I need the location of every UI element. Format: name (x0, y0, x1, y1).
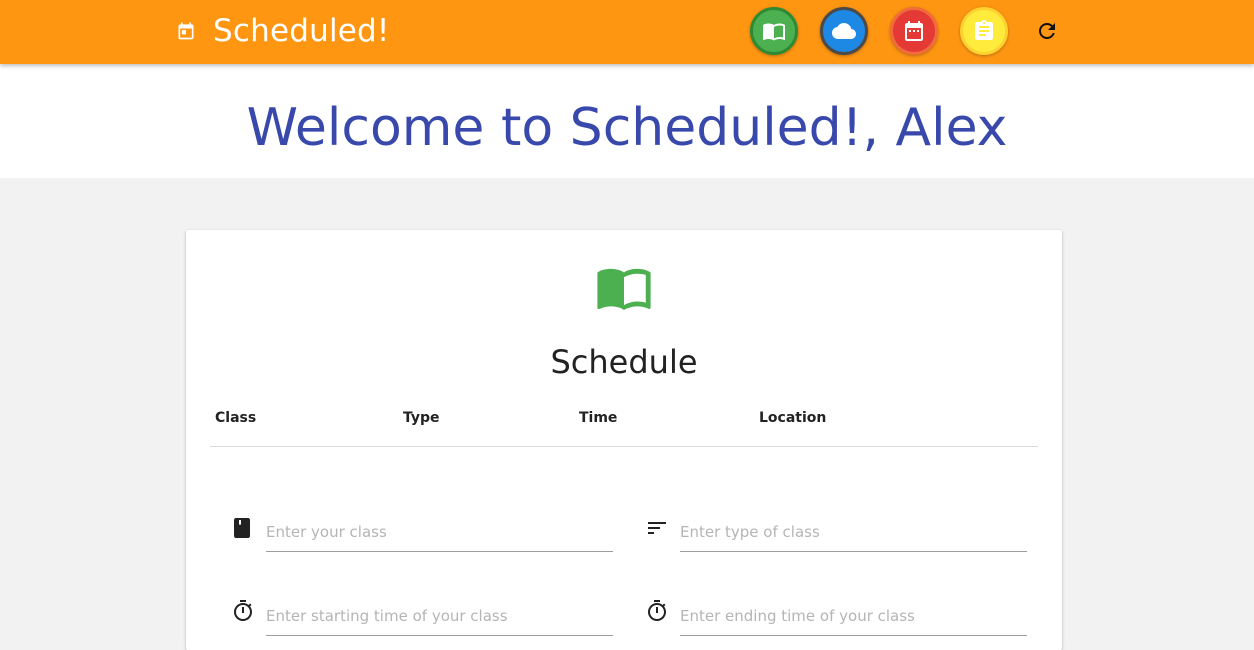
column-header-time: Time (579, 410, 618, 426)
nav-schedule-button[interactable] (750, 7, 798, 55)
app-title[interactable]: Scheduled! (213, 11, 390, 51)
nav-weather-button[interactable] (820, 7, 868, 55)
column-header-class: Class (215, 410, 257, 426)
class-input[interactable] (266, 508, 613, 552)
book-icon (763, 23, 785, 41)
sort-icon (648, 522, 666, 534)
book-icon (597, 268, 651, 310)
nav-notes-button[interactable] (960, 7, 1008, 55)
start-time-input[interactable] (266, 592, 613, 636)
timer-icon (234, 600, 252, 621)
calendar-icon (178, 22, 194, 40)
column-header-type: Type (403, 410, 440, 426)
welcome-section: Welcome to Scheduled!, Alex (0, 64, 1254, 178)
schedule-title: Schedule (550, 343, 698, 381)
cloud-icon (832, 23, 856, 39)
calendar-icon (905, 21, 923, 41)
bookmark-book-icon (234, 518, 250, 538)
class-type-input[interactable] (680, 508, 1027, 552)
nav-calendar-button[interactable] (890, 7, 938, 55)
refresh-icon[interactable] (1035, 19, 1059, 43)
welcome-heading: Welcome to Scheduled!, Alex (246, 98, 1008, 158)
column-header-location: Location (759, 410, 827, 426)
top-app-bar: Scheduled! (0, 0, 1254, 64)
clipboard-icon (975, 20, 993, 40)
schedule-card: Schedule Class Type Time Location (186, 230, 1062, 650)
table-divider (210, 446, 1038, 447)
end-time-input[interactable] (680, 592, 1027, 636)
timer-icon (648, 600, 666, 621)
